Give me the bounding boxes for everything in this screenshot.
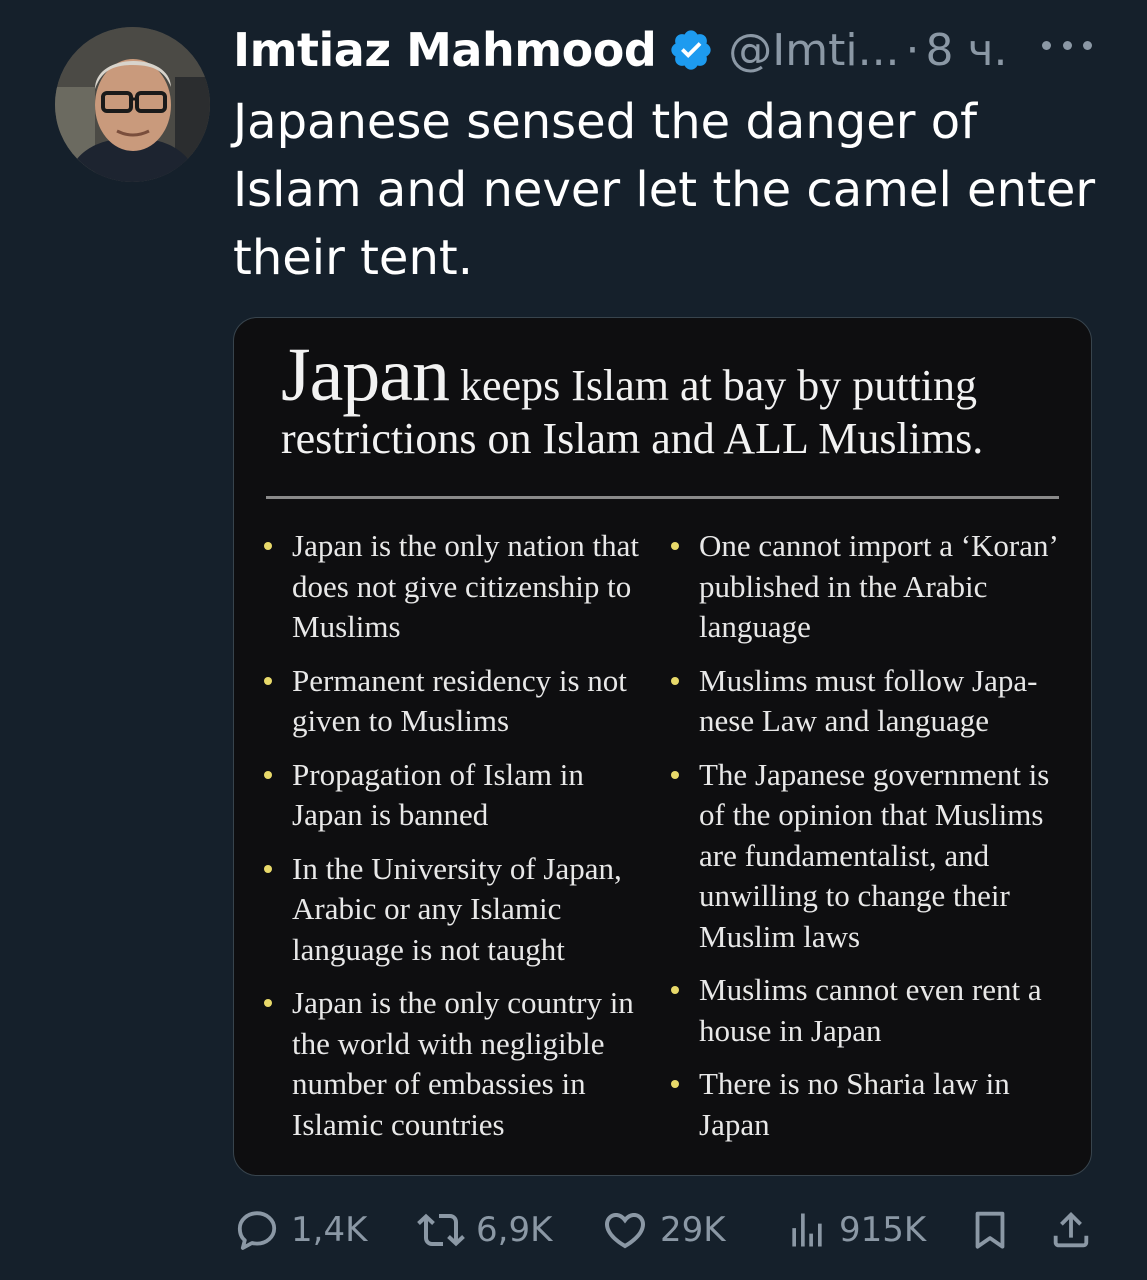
- bullet-item: Propagation of Islam in Japan is banned: [262, 755, 654, 836]
- like-count: 29K: [660, 1210, 726, 1250]
- avatar[interactable]: [55, 27, 210, 182]
- timestamp[interactable]: 8 ч.: [926, 25, 1008, 76]
- bullet-item: The Japanese government is of the opinio…: [669, 755, 1069, 958]
- repost-icon: [417, 1213, 465, 1247]
- bullet-item: Muslims must follow Japa-nese Law and la…: [669, 661, 1069, 742]
- separator-dot: ·: [905, 24, 920, 76]
- bullet-item: Muslims cannot even rent a house in Japa…: [669, 970, 1069, 1051]
- reply-button[interactable]: 1,4K: [233, 1200, 367, 1260]
- bullet-item: Japan is the only country in the world w…: [262, 983, 654, 1145]
- views-icon: [792, 1213, 822, 1247]
- bullet-item: Permanent residency is not given to Musl…: [262, 661, 654, 742]
- author-name[interactable]: Imtiaz Mahmood: [233, 23, 657, 77]
- share-icon: [1053, 1211, 1089, 1248]
- left-bullet-list: Japan is the only nation that does not g…: [262, 526, 654, 1158]
- tweet-header: Imtiaz Mahmood @Imti... · 8 ч.: [233, 20, 1113, 80]
- image-divider: [266, 496, 1059, 499]
- author-handle[interactable]: @Imti...: [728, 25, 899, 76]
- image-title-line2: restrictions on Islam and ALL Muslims.: [281, 414, 984, 463]
- verified-badge-icon[interactable]: [668, 27, 714, 73]
- share-button[interactable]: [1048, 1200, 1094, 1260]
- bullet-item: One cannot import a ‘Koran’ published in…: [669, 526, 1069, 648]
- views-count: 915K: [839, 1210, 927, 1250]
- image-title-rest: keeps Islam at bay by putting: [449, 361, 977, 410]
- like-button[interactable]: 29K: [600, 1200, 726, 1260]
- repost-count: 6,9K: [476, 1210, 553, 1250]
- repost-button[interactable]: 6,9K: [416, 1200, 552, 1260]
- more-icon[interactable]: [1042, 33, 1092, 57]
- avatar-photo: [55, 27, 210, 182]
- image-title: Japan keeps Islam at bay by putting rest…: [281, 332, 1071, 464]
- image-title-japan: Japan: [281, 333, 450, 417]
- tweet-text: Japanese sensed the danger of Islam and …: [233, 94, 1096, 286]
- reply-icon: [237, 1211, 277, 1250]
- bullet-item: Japan is the only nation that does not g…: [262, 526, 654, 648]
- bookmark-icon: [975, 1211, 1005, 1249]
- right-bullet-list: One cannot import a ‘Koran’ published in…: [669, 526, 1069, 1158]
- views-button[interactable]: 915K: [785, 1200, 926, 1260]
- bullet-item: In the University of Japan, Arabic or an…: [262, 849, 654, 971]
- action-bar: 1,4K 6,9K 29K 915K: [233, 1200, 1113, 1260]
- tweet-image[interactable]: Japan keeps Islam at bay by putting rest…: [233, 317, 1092, 1176]
- like-icon: [604, 1213, 646, 1249]
- reply-count: 1,4K: [291, 1210, 368, 1250]
- bullet-item: There is no Sharia law in Japan: [669, 1064, 1069, 1145]
- bookmark-button[interactable]: [967, 1200, 1013, 1260]
